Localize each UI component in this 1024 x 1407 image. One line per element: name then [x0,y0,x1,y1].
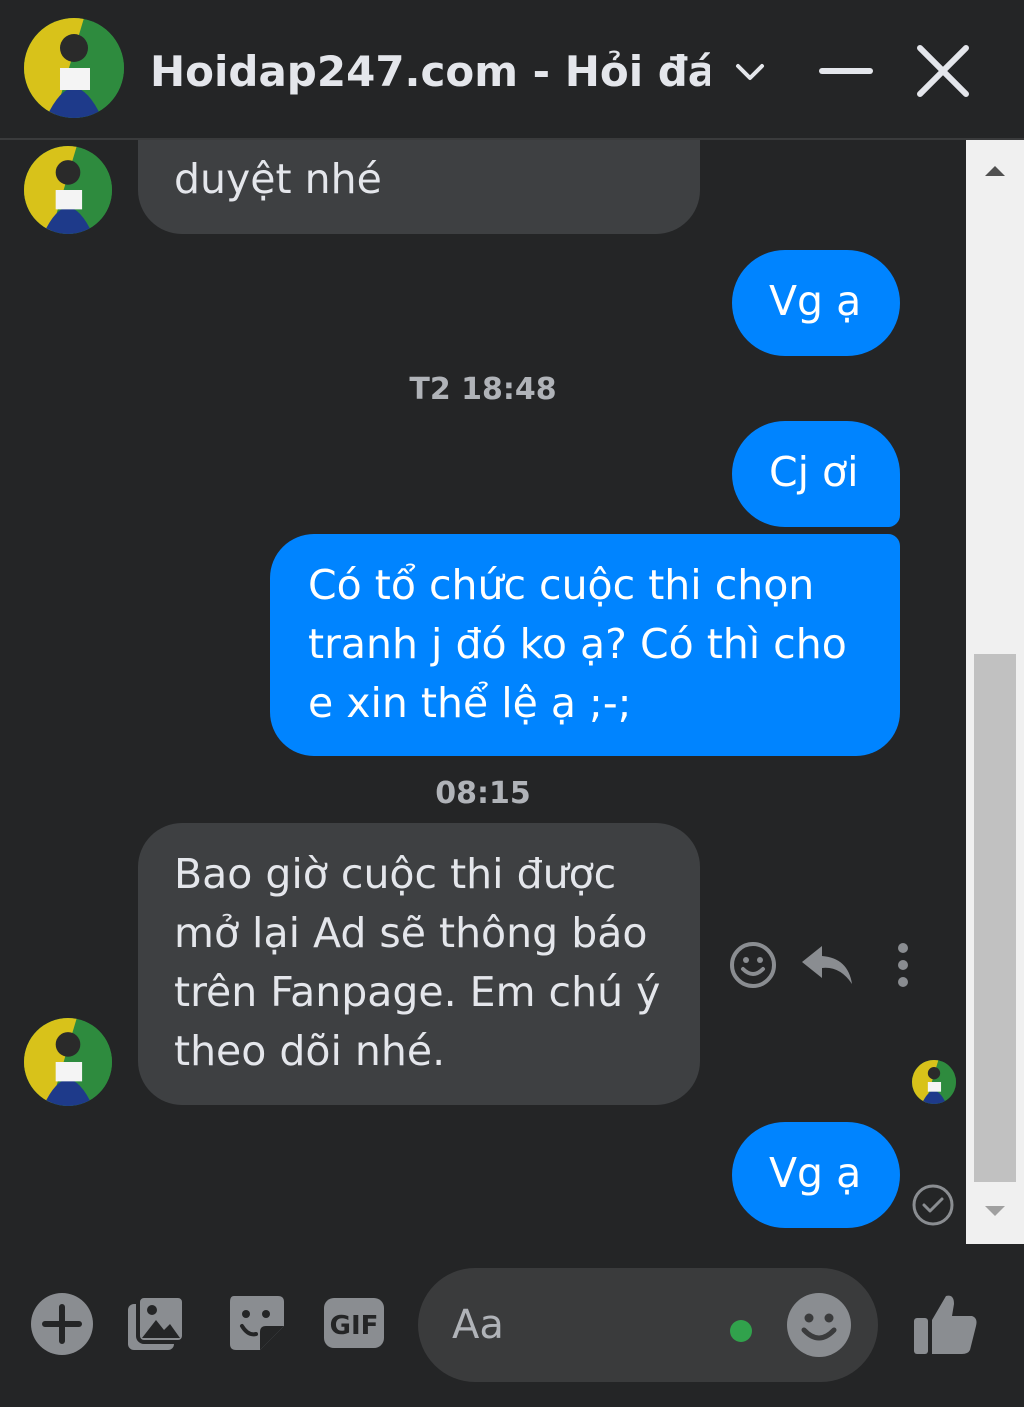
message-bubble-outgoing[interactable]: Có tổ chức cuộc thi chọn tranh j đó ko ạ… [270,534,900,756]
message-bubble-outgoing[interactable]: Vg ạ [732,1122,900,1228]
scrollbar-thumb[interactable] [974,654,1016,1182]
message-text: Vg ạ [769,277,862,325]
message-input[interactable]: Aa [418,1268,878,1382]
message-timestamp: 08:15 [435,776,531,811]
chat-header: Hoidap247.com - Hỏi đá... [0,0,1024,140]
input-placeholder: Aa [452,1302,504,1348]
plus-icon[interactable] [30,1292,94,1356]
message-timestamp: T2 18:48 [409,372,557,407]
thumbs-up-icon[interactable] [912,1290,980,1358]
message-line: tranh j đó ko ạ? Có thì cho [308,620,847,668]
message-line: theo dõi nhé. [174,1027,446,1075]
more-vertical-icon[interactable] [886,940,920,990]
active-status-dot [730,1320,752,1342]
seen-avatar [912,1060,956,1104]
close-icon [917,45,969,97]
composer-bar: GIF Aa [0,1244,1024,1407]
gif-icon[interactable]: GIF [322,1294,386,1352]
message-text: Vg ạ [769,1149,862,1197]
reply-icon[interactable] [800,942,854,988]
minimize-icon [819,68,873,74]
chevron-down-icon[interactable] [730,52,770,92]
message-text: duyệt nhé [174,155,382,203]
minimize-button[interactable] [818,46,874,96]
gif-label: GIF [330,1311,379,1341]
scroll-down-arrow-icon[interactable] [966,1180,1024,1242]
message-list[interactable]: duyệt nhé Vg ạ T2 18:48 Cj ơi Có tổ chức… [0,140,966,1244]
message-line: mở lại Ad sẽ thông báo [174,909,648,957]
message-text: Cj ơi [769,448,859,496]
message-bubble-incoming[interactable]: duyệt nhé [138,140,700,234]
sticker-icon[interactable] [226,1292,286,1354]
scrollbar[interactable] [966,140,1024,1244]
message-line: e xin thể lệ ạ ;-; [308,679,632,727]
message-bubble-outgoing[interactable]: Vg ạ [732,250,900,356]
emoji-react-icon[interactable] [728,940,778,990]
chat-title[interactable]: Hoidap247.com - Hỏi đá... [150,44,710,100]
close-button[interactable] [914,42,972,100]
message-line: trên Fanpage. Em chú ý [174,968,661,1016]
message-bubble-outgoing[interactable]: Cj ơi [732,421,900,527]
sent-check-icon [911,1183,955,1227]
chat-window: Hoidap247.com - Hỏi đá... duyệt nhé Vg ạ [0,0,1024,1407]
avatar[interactable] [24,146,112,234]
avatar[interactable] [24,1018,112,1106]
scroll-up-arrow-icon[interactable] [966,140,1024,202]
photo-icon[interactable] [126,1294,186,1354]
message-bubble-incoming[interactable]: Bao giờ cuộc thi được mở lại Ad sẽ thông… [138,823,700,1105]
message-line: Có tổ chức cuộc thi chọn [308,561,815,609]
emoji-icon[interactable] [786,1292,852,1358]
avatar[interactable] [24,18,124,118]
message-line: Bao giờ cuộc thi được [174,850,617,898]
